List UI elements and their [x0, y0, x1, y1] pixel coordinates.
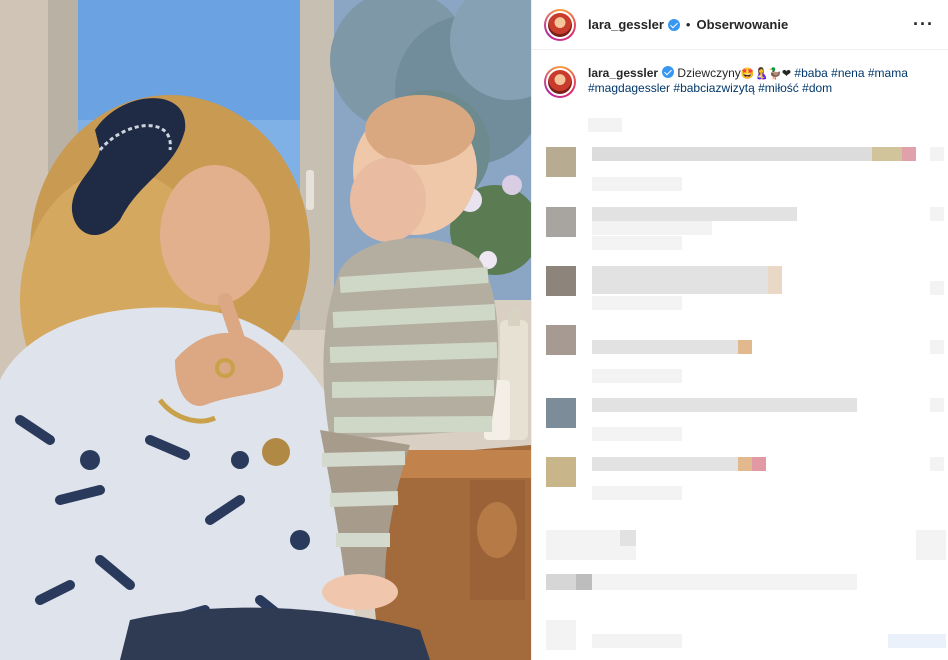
author-avatar[interactable]: [544, 8, 576, 41]
hashtag-nena[interactable]: #nena: [831, 66, 864, 80]
post-photo[interactable]: [0, 0, 531, 660]
header-separator: •: [685, 17, 691, 32]
hashtag-dom[interactable]: #dom: [802, 81, 832, 95]
post-header: lara_gessler • Obserwowanie ···: [532, 0, 948, 50]
author-username[interactable]: lara_gessler: [588, 17, 664, 32]
caption-body: Dziewczyny: [677, 66, 741, 80]
hashtag-babciazwizyta[interactable]: #babciazwizytą: [673, 81, 754, 95]
post-image: [0, 0, 531, 660]
hashtag-milosc[interactable]: #miłość: [758, 81, 799, 95]
caption-text: lara_gessler Dziewczyny🤩🤱🦆❤ #baba #nena …: [588, 66, 918, 98]
caption-emojis: 🤩🤱🦆❤: [740, 67, 792, 80]
hashtag-mama[interactable]: #mama: [868, 66, 908, 80]
verified-badge-icon: [667, 18, 680, 31]
post-side-panel: lara_gessler • Obserwowanie ··· lara_ges…: [531, 0, 948, 660]
hashtag-baba[interactable]: #baba: [794, 66, 827, 80]
caption-verified-badge-icon: [662, 66, 675, 78]
hashtag-magdagessler[interactable]: #magdagessler: [588, 81, 670, 95]
caption-avatar[interactable]: [544, 66, 576, 98]
more-options-icon[interactable]: ···: [913, 14, 934, 35]
following-button[interactable]: Obserwowanie: [696, 17, 788, 32]
caption-username[interactable]: lara_gessler: [588, 66, 658, 80]
post-caption: lara_gessler Dziewczyny🤩🤱🦆❤ #baba #nena …: [532, 50, 948, 98]
